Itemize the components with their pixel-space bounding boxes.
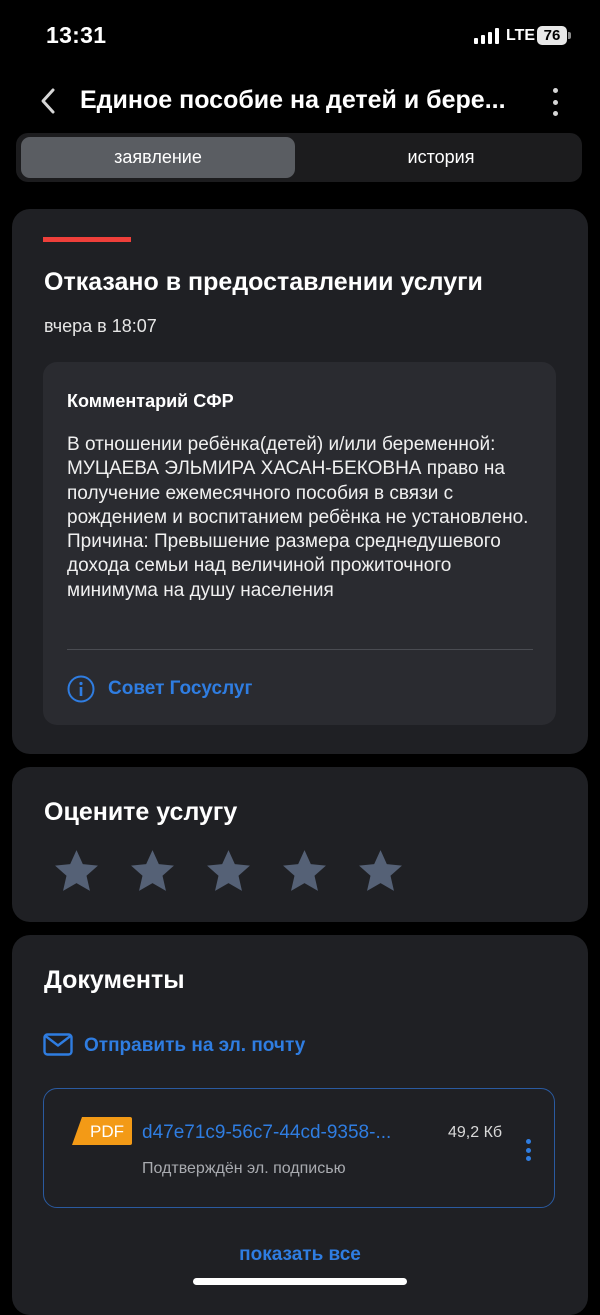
star-icon-3[interactable] xyxy=(204,847,253,896)
battery-icon: 76 xyxy=(537,26,567,45)
divider xyxy=(67,649,533,650)
svg-text:PDF: PDF xyxy=(90,1122,124,1141)
back-chevron-icon[interactable] xyxy=(34,86,64,116)
document-signature-status: Подтверждён эл. подписью xyxy=(142,1160,346,1177)
comment-title: Комментарий СФР xyxy=(67,391,234,411)
info-icon[interactable] xyxy=(67,675,95,703)
tab-application[interactable]: заявление xyxy=(21,137,295,178)
page-title: Единое пособие на детей и бере... xyxy=(80,86,506,114)
rating-card xyxy=(12,767,588,922)
star-icon-1[interactable] xyxy=(52,847,101,896)
status-timestamp: вчера в 18:07 xyxy=(44,316,157,336)
rating-title: Оцените услугу xyxy=(44,798,238,826)
rating-stars xyxy=(52,847,405,896)
tab-history[interactable]: история xyxy=(300,137,582,178)
star-icon-4[interactable] xyxy=(280,847,329,896)
more-vertical-icon[interactable] xyxy=(547,88,563,116)
home-indicator[interactable] xyxy=(193,1278,407,1285)
comment-text: В отношении ребёнка(детей) и/или беремен… xyxy=(67,434,529,601)
network-label: LTE xyxy=(506,27,536,44)
advice-link[interactable]: Совет Госуслуг xyxy=(108,678,252,700)
documents-title: Документы xyxy=(44,966,185,994)
document-size: 49,2 Кб xyxy=(448,1124,503,1141)
status-title: Отказано в предоставлении услуги xyxy=(44,268,483,296)
pdf-badge-icon: PDF xyxy=(72,1117,132,1145)
document-name[interactable]: d47e71c9-56c7-44cd-9358-... xyxy=(142,1122,391,1144)
document-item[interactable] xyxy=(43,1088,555,1208)
status-time: 13:31 xyxy=(46,22,107,48)
star-icon-5[interactable] xyxy=(356,847,405,896)
document-more-icon[interactable] xyxy=(524,1139,532,1161)
mail-icon[interactable] xyxy=(43,1033,73,1056)
status-accent-line xyxy=(43,237,131,242)
send-email-link[interactable]: Отправить на эл. почту xyxy=(84,1035,305,1057)
signal-icon xyxy=(474,28,499,44)
star-icon-2[interactable] xyxy=(128,847,177,896)
show-all-link[interactable]: показать все xyxy=(0,1244,600,1266)
battery-tip xyxy=(568,32,571,39)
